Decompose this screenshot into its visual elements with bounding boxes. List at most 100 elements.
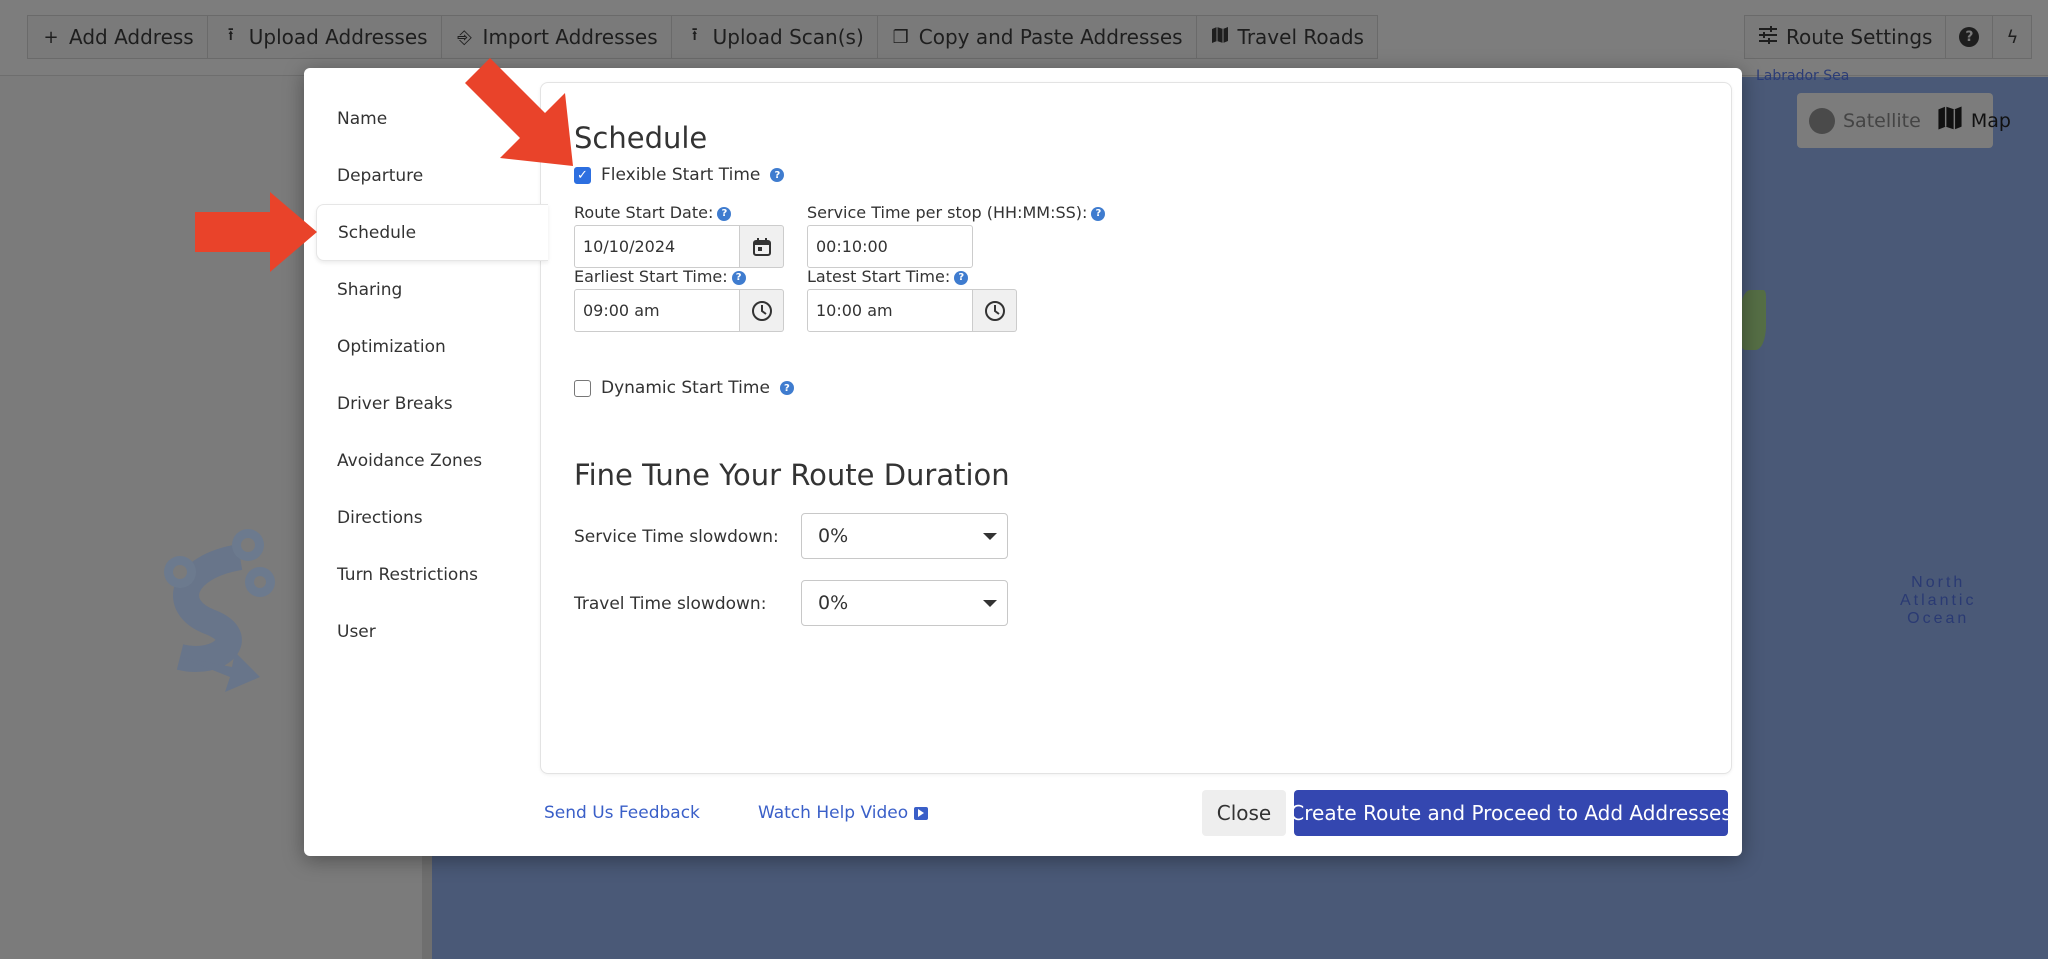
travel-time-slowdown-value: 0%	[818, 592, 849, 614]
dynamic-start-time-checkbox[interactable]	[574, 379, 591, 397]
watch-help-video-label: Watch Help Video	[758, 803, 909, 823]
satellite-button[interactable]: Satellite	[1809, 107, 1921, 134]
create-route-button[interactable]: Create Route and Proceed to Add Addresse…	[1290, 790, 1732, 836]
earliest-start-time-group: 09:00 am	[574, 289, 784, 332]
latest-time-picker-button[interactable]	[973, 289, 1017, 332]
upload-addresses-button[interactable]: ⭱ Upload Addresses	[208, 16, 442, 58]
calendar-button[interactable]	[740, 225, 784, 268]
nav-item-schedule[interactable]: Schedule	[316, 204, 548, 261]
help-button[interactable]: ?	[1946, 16, 1994, 58]
earliest-start-time-label: Earliest Start Time:?	[574, 267, 746, 286]
nav-item-driver-breaks[interactable]: Driver Breaks	[316, 375, 546, 432]
flexible-start-time-label: Flexible Start Time	[601, 165, 761, 185]
watch-help-video-link[interactable]: Watch Help Video	[758, 803, 929, 823]
map-label: Map	[1970, 109, 2011, 132]
import-addresses-button[interactable]: ⎆ Import Addresses	[442, 16, 672, 58]
nav-item-turn-restrictions[interactable]: Turn Restrictions	[316, 546, 546, 603]
copy-icon: ❐	[892, 26, 909, 48]
latest-start-time-label-text: Latest Start Time:	[807, 267, 951, 286]
service-time-slowdown-label: Service Time slowdown:	[574, 527, 779, 547]
service-time-slowdown-select[interactable]: 0%	[801, 513, 1008, 559]
send-feedback-label: Send Us Feedback	[544, 803, 700, 823]
nav-item-avoidance-zones[interactable]: Avoidance Zones	[316, 432, 546, 489]
route-start-date-input[interactable]: 10/10/2024	[574, 225, 740, 268]
nav-item-optimization[interactable]: Optimization	[316, 318, 546, 375]
send-feedback-link[interactable]: Send Us Feedback	[544, 803, 700, 823]
map-icon	[1210, 26, 1230, 49]
latest-start-time-group: 10:00 am	[807, 289, 1017, 332]
upload-scans-button[interactable]: ⭱ Upload Scan(s)	[672, 16, 878, 58]
service-time-label: Service Time per stop (HH:MM:SS):?	[807, 203, 1106, 222]
route-settings-label: Route Settings	[1786, 25, 1933, 49]
route-settings-button[interactable]: Route Settings	[1745, 16, 1947, 58]
earliest-start-time-input[interactable]: 09:00 am	[574, 289, 740, 332]
travel-time-slowdown-select[interactable]: 0%	[801, 580, 1008, 626]
service-time-slowdown-value: 0%	[818, 525, 849, 547]
top-bar: + Add Address ⭱ Upload Addresses ⎆ Impor…	[0, 0, 2048, 76]
help-icon[interactable]: ?	[717, 206, 732, 221]
help-circle-icon: ?	[1959, 27, 1980, 47]
upload-addresses-label: Upload Addresses	[248, 25, 428, 49]
ocean-label-line: Ocean	[1907, 610, 1970, 627]
play-video-icon	[914, 806, 929, 820]
sliders-icon	[1758, 25, 1778, 49]
add-address-label: Add Address	[69, 25, 194, 49]
fine-tune-title: Fine Tune Your Route Duration	[574, 458, 1010, 492]
add-address-button[interactable]: + Add Address	[28, 16, 208, 58]
plus-icon: +	[43, 26, 59, 48]
ocean-label-line: Atlantic	[1900, 592, 1977, 609]
help-icon[interactable]: ?	[1091, 206, 1106, 221]
help-icon[interactable]: ?	[770, 168, 785, 182]
service-time-label-text: Service Time per stop (HH:MM:SS):	[807, 203, 1088, 222]
service-time-input[interactable]: 00:10:00	[807, 225, 973, 268]
help-icon[interactable]: ?	[731, 270, 746, 285]
travel-roads-button[interactable]: Travel Roads	[1197, 16, 1377, 58]
route-start-date-label: Route Start Date:?	[574, 203, 732, 222]
satellite-label: Satellite	[1843, 109, 1921, 132]
ocean-label-line: North	[1911, 574, 1966, 591]
travel-time-slowdown-label: Travel Time slowdown:	[574, 594, 767, 614]
nav-item-user[interactable]: User	[316, 603, 546, 660]
schedule-panel: Schedule ✓ Flexible Start Time ? Route S…	[540, 82, 1732, 774]
copy-paste-label: Copy and Paste Addresses	[918, 25, 1183, 49]
help-icon[interactable]: ?	[954, 270, 969, 285]
import-icon: ⎆	[457, 26, 472, 48]
annotation-arrow-diagonal	[465, 58, 573, 166]
latest-start-time-label: Latest Start Time:?	[807, 267, 969, 286]
copy-paste-addresses-button[interactable]: ❐ Copy and Paste Addresses	[878, 16, 1197, 58]
clock-icon	[984, 300, 1005, 321]
calendar-icon	[752, 237, 771, 256]
travel-roads-label: Travel Roads	[1237, 25, 1364, 49]
help-icon[interactable]: ?	[779, 381, 794, 395]
settings-nav: Name Departure Schedule Sharing Optimiza…	[316, 90, 548, 660]
upload-scans-label: Upload Scan(s)	[712, 25, 864, 49]
import-addresses-label: Import Addresses	[482, 25, 658, 49]
map-label-labrador-sea: Labrador Sea	[1756, 68, 1850, 84]
dynamic-start-time-row: Dynamic Start Time ?	[574, 378, 794, 398]
schedule-title: Schedule	[574, 121, 708, 155]
route-logo-icon	[164, 529, 275, 692]
map-land-shape	[1740, 290, 1766, 350]
flexible-start-time-checkbox[interactable]: ✓	[574, 166, 591, 184]
earliest-start-time-label-text: Earliest Start Time:	[574, 267, 728, 286]
bolt-icon: ϟ	[2006, 26, 2019, 48]
upload-icon: ⭱	[691, 24, 698, 45]
nav-item-sharing[interactable]: Sharing	[316, 261, 546, 318]
earliest-time-picker-button[interactable]	[740, 289, 784, 332]
quick-action-button[interactable]: ϟ	[1993, 16, 2031, 58]
map-icon	[1937, 105, 1963, 136]
dynamic-start-time-label: Dynamic Start Time	[601, 378, 770, 398]
flexible-start-time-row: ✓ Flexible Start Time ?	[574, 165, 785, 185]
close-button[interactable]: Close	[1202, 790, 1286, 836]
upload-icon: ⭱	[227, 24, 234, 45]
service-time-group: 00:10:00	[807, 225, 973, 268]
annotation-arrow-right	[195, 192, 317, 272]
route-start-date-group: 10/10/2024	[574, 225, 784, 268]
caret-down-icon	[983, 600, 997, 607]
latest-start-time-input[interactable]: 10:00 am	[807, 289, 973, 332]
map-label-ocean: North Atlantic Ocean	[1900, 574, 1976, 628]
map-button[interactable]: Map	[1937, 105, 2011, 136]
address-toolbar: + Add Address ⭱ Upload Addresses ⎆ Impor…	[27, 15, 1378, 59]
route-start-date-label-text: Route Start Date:	[574, 203, 714, 222]
nav-item-directions[interactable]: Directions	[316, 489, 546, 546]
